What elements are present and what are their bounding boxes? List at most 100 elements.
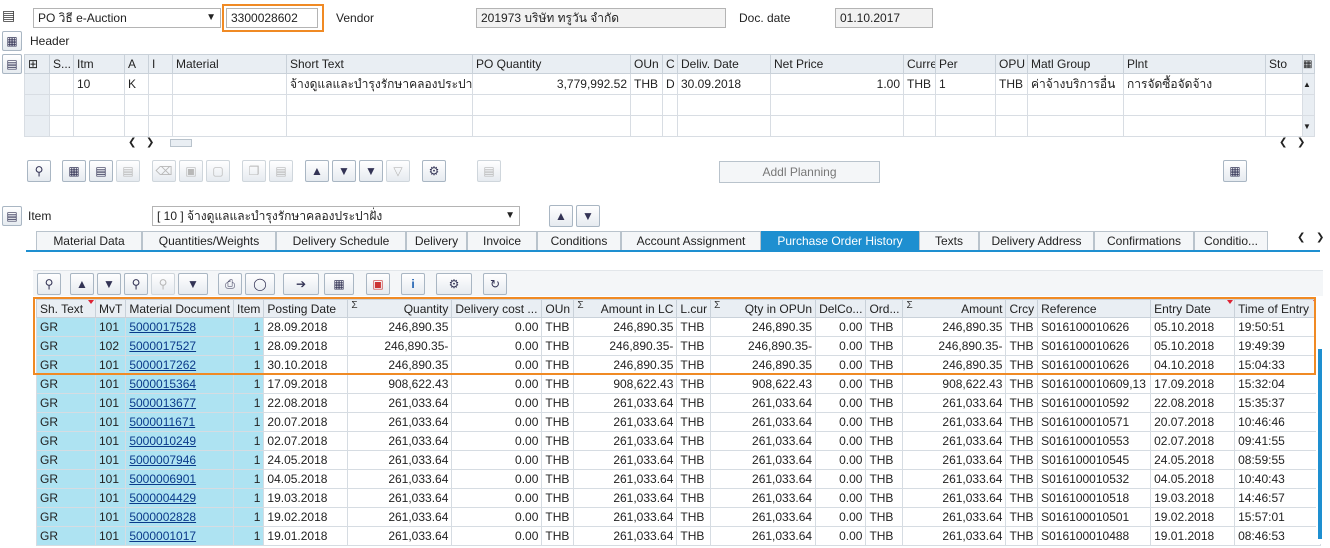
cell[interactable]: 1 <box>233 431 265 451</box>
col-header[interactable]: Net Price <box>770 54 904 74</box>
cell[interactable]: 261,033.64 <box>347 507 453 527</box>
cell[interactable]: 0.00 <box>815 507 867 527</box>
cell[interactable]: 1 <box>233 526 265 546</box>
find-icon[interactable]: ⚲ <box>124 273 148 295</box>
material-document-link[interactable]: 5000002828 <box>129 510 196 524</box>
cell[interactable] <box>172 73 287 95</box>
tab-conditions-more[interactable]: Conditio... <box>1194 231 1268 250</box>
cell[interactable]: 5000006901 <box>125 469 235 489</box>
views-dropdown-icon[interactable]: ◯ <box>245 273 275 295</box>
cell[interactable]: THB <box>1005 431 1039 451</box>
cell[interactable]: 101 <box>94 374 127 394</box>
cell[interactable]: 101 <box>94 526 127 546</box>
sort-descending-icon[interactable]: ▼ <box>97 273 121 295</box>
table-row[interactable]: GR 101 5000002828 1 19.02.2018 261,033.64 0.00… <box>36 507 1322 527</box>
filter-icon[interactable]: ▼ <box>359 160 383 182</box>
select-all-icon[interactable]: ▦ <box>62 160 86 182</box>
cell[interactable]: 0.00 <box>451 412 543 432</box>
select-block-icon[interactable]: ▤ <box>116 160 140 182</box>
cell[interactable]: 261,033.64 <box>902 450 1007 470</box>
tab-confirmations[interactable]: Confirmations <box>1094 231 1194 250</box>
col-header[interactable]: S... <box>49 54 74 74</box>
scroll-thumb[interactable] <box>1318 349 1322 539</box>
col-header[interactable]: Plnt <box>1123 54 1266 74</box>
cell[interactable]: THB <box>541 393 575 413</box>
cell[interactable]: THB <box>541 412 575 432</box>
cell[interactable]: GR <box>36 469 96 489</box>
table-row[interactable]: GR 101 5000004429 1 19.03.2018 261,033.64 0.00… <box>36 488 1322 508</box>
cell[interactable]: 261,033.64 <box>347 393 453 413</box>
scroll-up-icon[interactable]: ▲ <box>1302 73 1315 95</box>
tab-conditions[interactable]: Conditions <box>537 231 621 250</box>
graphic-icon[interactable]: ▣ <box>366 273 390 295</box>
cell[interactable]: S016100010545 <box>1037 450 1152 470</box>
cell[interactable]: 101 <box>94 412 127 432</box>
cell[interactable]: 19.01.2018 <box>263 526 349 546</box>
material-document-link[interactable]: 5000001017 <box>129 529 196 543</box>
cell[interactable]: THB <box>865 526 904 546</box>
row-selector[interactable] <box>24 94 50 116</box>
cell[interactable]: 0.00 <box>451 526 543 546</box>
doc-date-field[interactable]: 01.10.2017 <box>835 8 933 28</box>
cell[interactable]: THB <box>865 431 904 451</box>
deselect-all-icon[interactable]: ▤ <box>89 160 113 182</box>
cell[interactable]: 261,033.64 <box>710 450 817 470</box>
cell[interactable]: 1 <box>233 412 265 432</box>
cell[interactable]: 0.00 <box>451 450 543 470</box>
cell[interactable]: GR <box>36 526 96 546</box>
refresh-icon[interactable]: ↻ <box>483 273 507 295</box>
cell[interactable]: 0.00 <box>451 393 543 413</box>
cell[interactable]: THB <box>865 507 904 527</box>
cell[interactable]: 1 <box>233 393 265 413</box>
cell[interactable]: 24.05.2018 <box>263 450 349 470</box>
cell[interactable]: 0.00 <box>451 469 543 489</box>
cell[interactable]: 10:40:43 <box>1234 469 1322 489</box>
cell[interactable]: 22.08.2018 <box>263 393 349 413</box>
cell[interactable]: 0.00 <box>815 431 867 451</box>
cell[interactable]: 0.00 <box>451 431 543 451</box>
cell[interactable]: 261,033.64 <box>573 393 678 413</box>
material-document-link[interactable]: 5000007946 <box>129 453 196 467</box>
cell[interactable]: 261,033.64 <box>710 526 817 546</box>
cell[interactable]: 20.07.2018 <box>263 412 349 432</box>
col-header[interactable]: Deliv. Date <box>677 54 771 74</box>
col-header[interactable]: A <box>124 54 149 74</box>
row-selector[interactable] <box>24 73 50 95</box>
cell[interactable]: THB <box>865 469 904 489</box>
cell[interactable]: 14:46:57 <box>1234 488 1322 508</box>
cell[interactable]: 24.05.2018 <box>1150 450 1236 470</box>
tab-scroll-right-icon[interactable]: ❯ <box>1316 232 1324 243</box>
table-row[interactable]: GR 101 5000010249 1 02.07.2018 261,033.64 0.00… <box>36 431 1322 451</box>
cell[interactable]: THB <box>676 526 712 546</box>
cell[interactable]: 1 <box>233 507 265 527</box>
cell[interactable]: S016100010488 <box>1037 526 1152 546</box>
cell[interactable]: 20.07.2018 <box>1150 412 1236 432</box>
cell[interactable]: 17.09.2018 <box>1150 374 1236 394</box>
cell[interactable]: S016100010532 <box>1037 469 1152 489</box>
cell[interactable]: 15:32:04 <box>1234 374 1322 394</box>
material-document-link[interactable]: 5000006901 <box>129 472 196 486</box>
cell[interactable]: THB <box>676 431 712 451</box>
cell[interactable]: 908,622.43 <box>347 374 453 394</box>
cell[interactable]: THB <box>1005 469 1039 489</box>
cell[interactable]: THB <box>541 469 575 489</box>
cell[interactable]: 261,033.64 <box>347 469 453 489</box>
cell[interactable]: 261,033.64 <box>902 526 1007 546</box>
horizontal-scrollbar[interactable] <box>170 139 192 147</box>
cell[interactable]: 1 <box>233 450 265 470</box>
scroll-right-icon[interactable]: ❯ <box>1297 137 1305 148</box>
table-row[interactable]: 10 K จ้างดูแลและบำรุงรักษาคลองประปาฝั่ง … <box>24 73 1315 95</box>
cell[interactable]: S016100010571 <box>1037 412 1152 432</box>
cell[interactable] <box>1265 73 1303 95</box>
cell[interactable]: 261,033.64 <box>902 393 1007 413</box>
cell[interactable]: 261,033.64 <box>710 412 817 432</box>
cell[interactable]: THB <box>1005 526 1039 546</box>
cell[interactable]: 261,033.64 <box>902 488 1007 508</box>
document-icon[interactable]: ▤ <box>477 160 501 182</box>
header-expand-button[interactable]: ▦ <box>2 31 22 51</box>
export-dropdown-icon[interactable]: ➔ <box>283 273 319 295</box>
tab-purchase-order-history[interactable]: Purchase Order History <box>761 231 919 250</box>
cell[interactable]: THB <box>865 393 904 413</box>
row-select-icon[interactable]: ⊞ <box>24 54 50 74</box>
cell[interactable]: 5000011671 <box>125 412 235 432</box>
